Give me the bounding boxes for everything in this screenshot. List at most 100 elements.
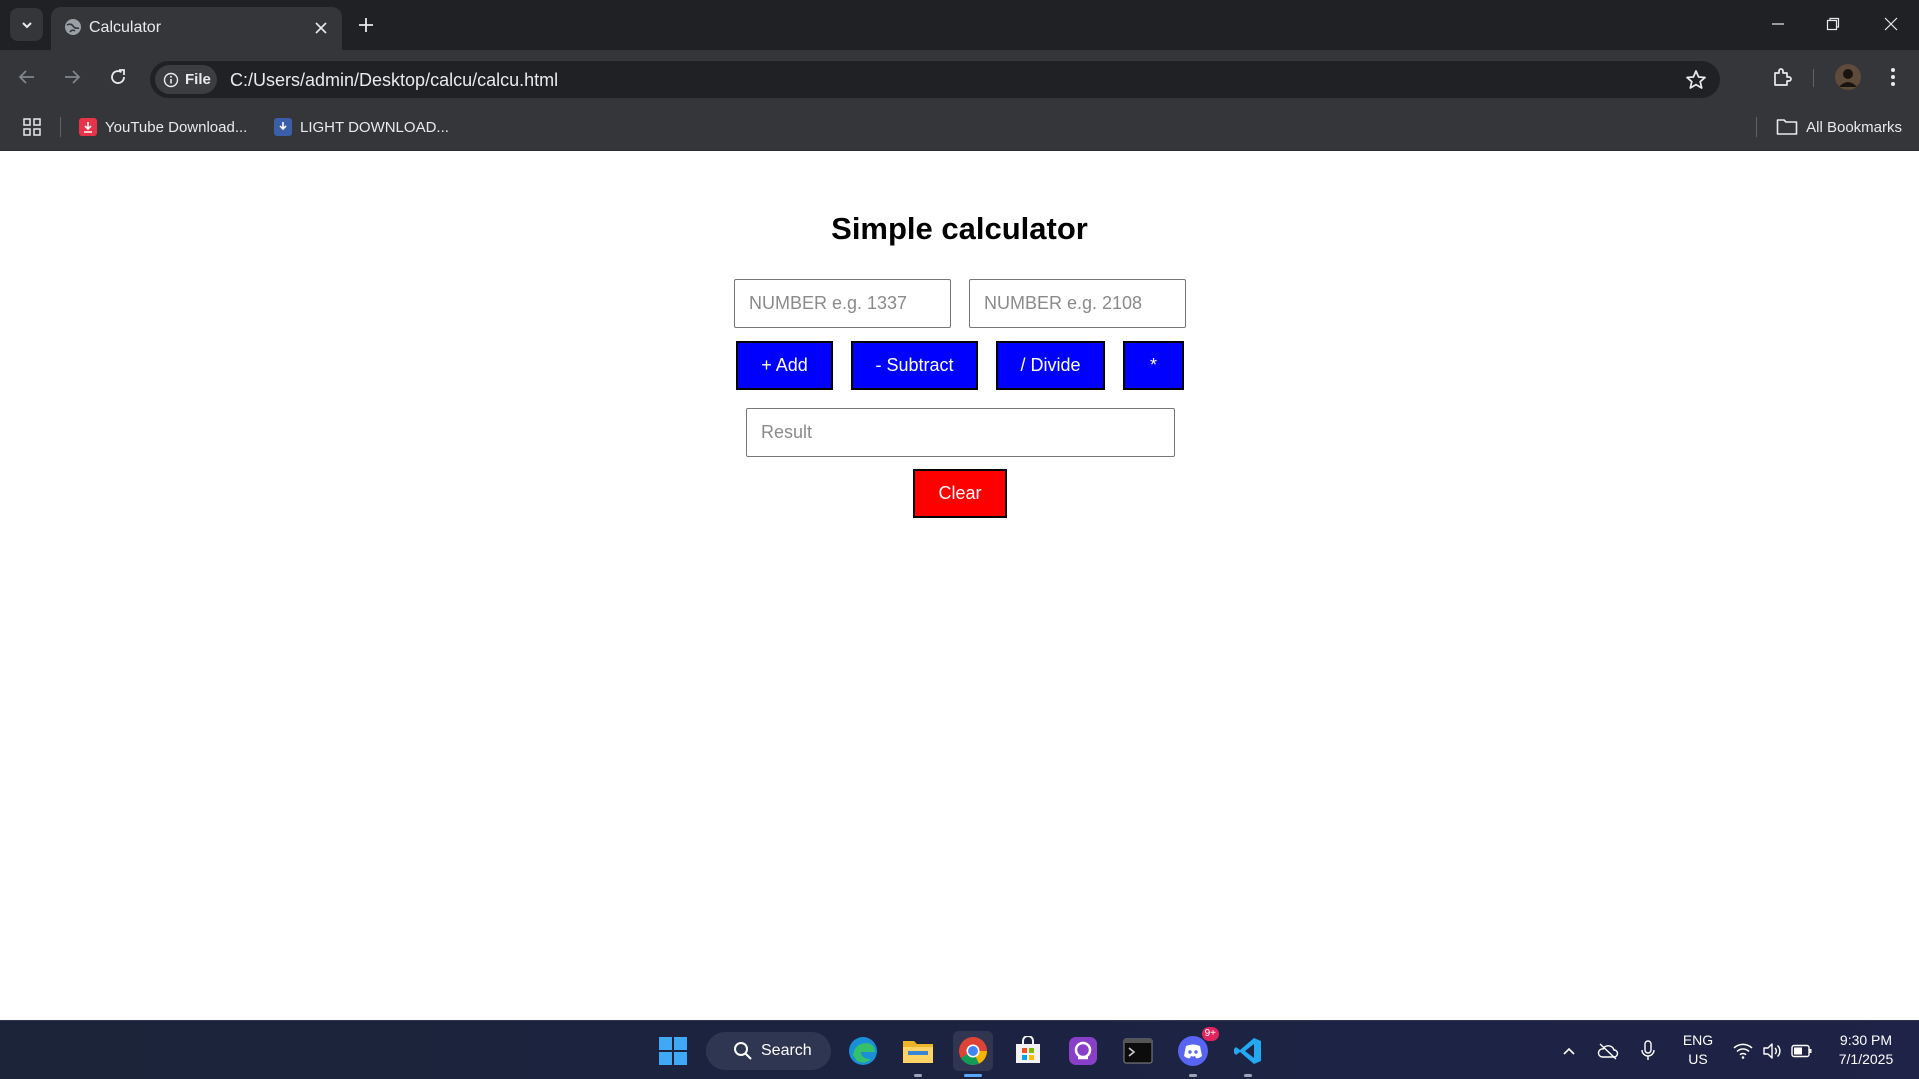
- star-icon[interactable]: [1684, 68, 1708, 92]
- bookmark-light-download[interactable]: LIGHT DOWNLOAD...: [274, 113, 449, 141]
- bookmark-youtube-download[interactable]: YouTube Download...: [79, 113, 247, 141]
- add-button[interactable]: + Add: [736, 341, 833, 390]
- language-label: ENG: [1682, 1032, 1714, 1048]
- taskbar-app[interactable]: [1063, 1031, 1103, 1071]
- notification-badge: 9+: [1201, 1027, 1219, 1041]
- forward-button[interactable]: [57, 62, 87, 92]
- divide-button[interactable]: / Divide: [996, 341, 1105, 390]
- puzzle-icon: [1774, 68, 1792, 86]
- info-icon: [163, 72, 179, 88]
- download-favicon-icon: [79, 118, 97, 136]
- number-input-1[interactable]: [734, 279, 951, 328]
- url-text[interactable]: C:/Users/admin/Desktop/calcu/calcu.html: [230, 69, 558, 91]
- tab-close-button[interactable]: [310, 17, 332, 39]
- volume-icon: [1763, 1043, 1781, 1059]
- wifi-icon: [1733, 1043, 1753, 1059]
- active-indicator: [964, 1074, 982, 1077]
- microsoft-store-icon: [1016, 1036, 1040, 1063]
- tab-search-button[interactable]: [10, 8, 43, 41]
- menu-button[interactable]: [1878, 62, 1908, 92]
- cloud-off-icon: [1597, 1043, 1619, 1060]
- site-info-chip[interactable]: File: [155, 65, 217, 94]
- reload-icon: [111, 69, 125, 84]
- date-label: 7/1/2025: [1838, 1051, 1894, 1067]
- tray-wifi[interactable]: [1731, 1039, 1755, 1063]
- taskbar-chrome[interactable]: [953, 1031, 993, 1077]
- bookmarks-bar: YouTube Download... LIGHT DOWNLOAD... Al…: [0, 103, 1919, 151]
- region-label: US: [1688, 1051, 1708, 1067]
- tray-volume[interactable]: [1760, 1039, 1784, 1063]
- microphone-icon: [1641, 1040, 1655, 1060]
- tray-battery[interactable]: [1790, 1039, 1814, 1063]
- all-bookmarks-label: All Bookmarks: [1806, 118, 1902, 136]
- tab-calculator[interactable]: Calculator: [51, 7, 342, 50]
- result-field[interactable]: [746, 408, 1175, 457]
- vscode-icon: [1234, 1038, 1261, 1064]
- close-window-button[interactable]: [1871, 8, 1911, 40]
- close-icon: [1884, 17, 1898, 31]
- close-icon: [315, 22, 327, 34]
- page-title: Simple calculator: [831, 211, 1088, 246]
- page-content: Simple calculator + Add - Subtract / Div…: [0, 151, 1919, 1021]
- arrow-right-icon: [65, 70, 81, 84]
- minimize-icon: [1772, 23, 1784, 25]
- tray-overflow-button[interactable]: [1557, 1039, 1581, 1063]
- plus-icon: [359, 18, 373, 32]
- tray-onedrive[interactable]: [1596, 1039, 1620, 1063]
- taskbar-store[interactable]: [1008, 1031, 1048, 1071]
- all-bookmarks-button[interactable]: All Bookmarks: [1776, 113, 1902, 141]
- search-label: Search: [761, 1042, 812, 1059]
- windows-start-icon: [659, 1037, 687, 1065]
- bookmarks-divider: [1756, 117, 1757, 137]
- new-tab-button[interactable]: [353, 12, 379, 38]
- tray-microphone[interactable]: [1636, 1039, 1660, 1063]
- terminal-icon: [1123, 1038, 1153, 1064]
- back-button[interactable]: [12, 62, 42, 92]
- taskbar-file-explorer[interactable]: [898, 1031, 938, 1077]
- bookmark-label: LIGHT DOWNLOAD...: [300, 118, 449, 136]
- clear-button[interactable]: Clear: [913, 469, 1007, 518]
- start-button[interactable]: [653, 1031, 693, 1071]
- light-download-favicon-icon: [274, 118, 292, 136]
- bookmarks-divider: [60, 117, 61, 137]
- file-explorer-icon: [903, 1041, 933, 1063]
- taskbar-discord[interactable]: 9+: [1173, 1027, 1219, 1077]
- running-indicator: [914, 1074, 922, 1077]
- arrow-left-icon: [18, 70, 34, 84]
- toolbar-divider: [1813, 69, 1814, 87]
- reload-button[interactable]: [103, 62, 133, 92]
- taskbar-edge[interactable]: [843, 1031, 883, 1071]
- tab-title: Calculator: [89, 19, 162, 36]
- running-indicator: [1189, 1074, 1197, 1077]
- address-bar[interactable]: File C:/Users/admin/Desktop/calcu/calcu.…: [150, 61, 1720, 98]
- avatar-icon: [1835, 64, 1861, 90]
- subtract-button[interactable]: - Subtract: [851, 341, 978, 390]
- clock[interactable]: 9:30 PM 7/1/2025: [1828, 1031, 1904, 1069]
- apps-grid-icon[interactable]: [22, 117, 42, 137]
- multiply-button[interactable]: *: [1123, 341, 1184, 390]
- bookmark-label: YouTube Download...: [105, 118, 248, 136]
- folder-icon: [1776, 119, 1798, 135]
- taskbar-vscode[interactable]: [1228, 1031, 1268, 1077]
- restore-button[interactable]: [1813, 8, 1853, 40]
- chrome-icon: [959, 1037, 987, 1065]
- edge-icon: [849, 1037, 877, 1065]
- time-label: 9:30 PM: [1839, 1032, 1893, 1048]
- windows-taskbar: Search 9+ ENG US 9:30 PM 7/1/2025: [0, 1020, 1919, 1079]
- tab-bar: Calculator: [0, 0, 1919, 50]
- chevron-up-icon: [1563, 1047, 1575, 1055]
- globe-icon: [65, 19, 81, 35]
- profile-avatar[interactable]: [1833, 62, 1863, 92]
- taskbar-terminal[interactable]: [1118, 1031, 1158, 1071]
- running-indicator: [1244, 1074, 1252, 1077]
- search-icon: [734, 1042, 752, 1060]
- chevron-down-icon: [21, 21, 32, 28]
- restore-icon: [1826, 17, 1840, 31]
- more-vertical-icon: [1891, 68, 1895, 86]
- taskbar-search[interactable]: Search: [706, 1032, 831, 1070]
- extensions-button[interactable]: [1767, 62, 1797, 92]
- minimize-button[interactable]: [1758, 8, 1798, 40]
- site-chip-label: File: [185, 71, 211, 88]
- number-input-2[interactable]: [969, 279, 1186, 328]
- language-indicator[interactable]: ENG US: [1680, 1031, 1716, 1069]
